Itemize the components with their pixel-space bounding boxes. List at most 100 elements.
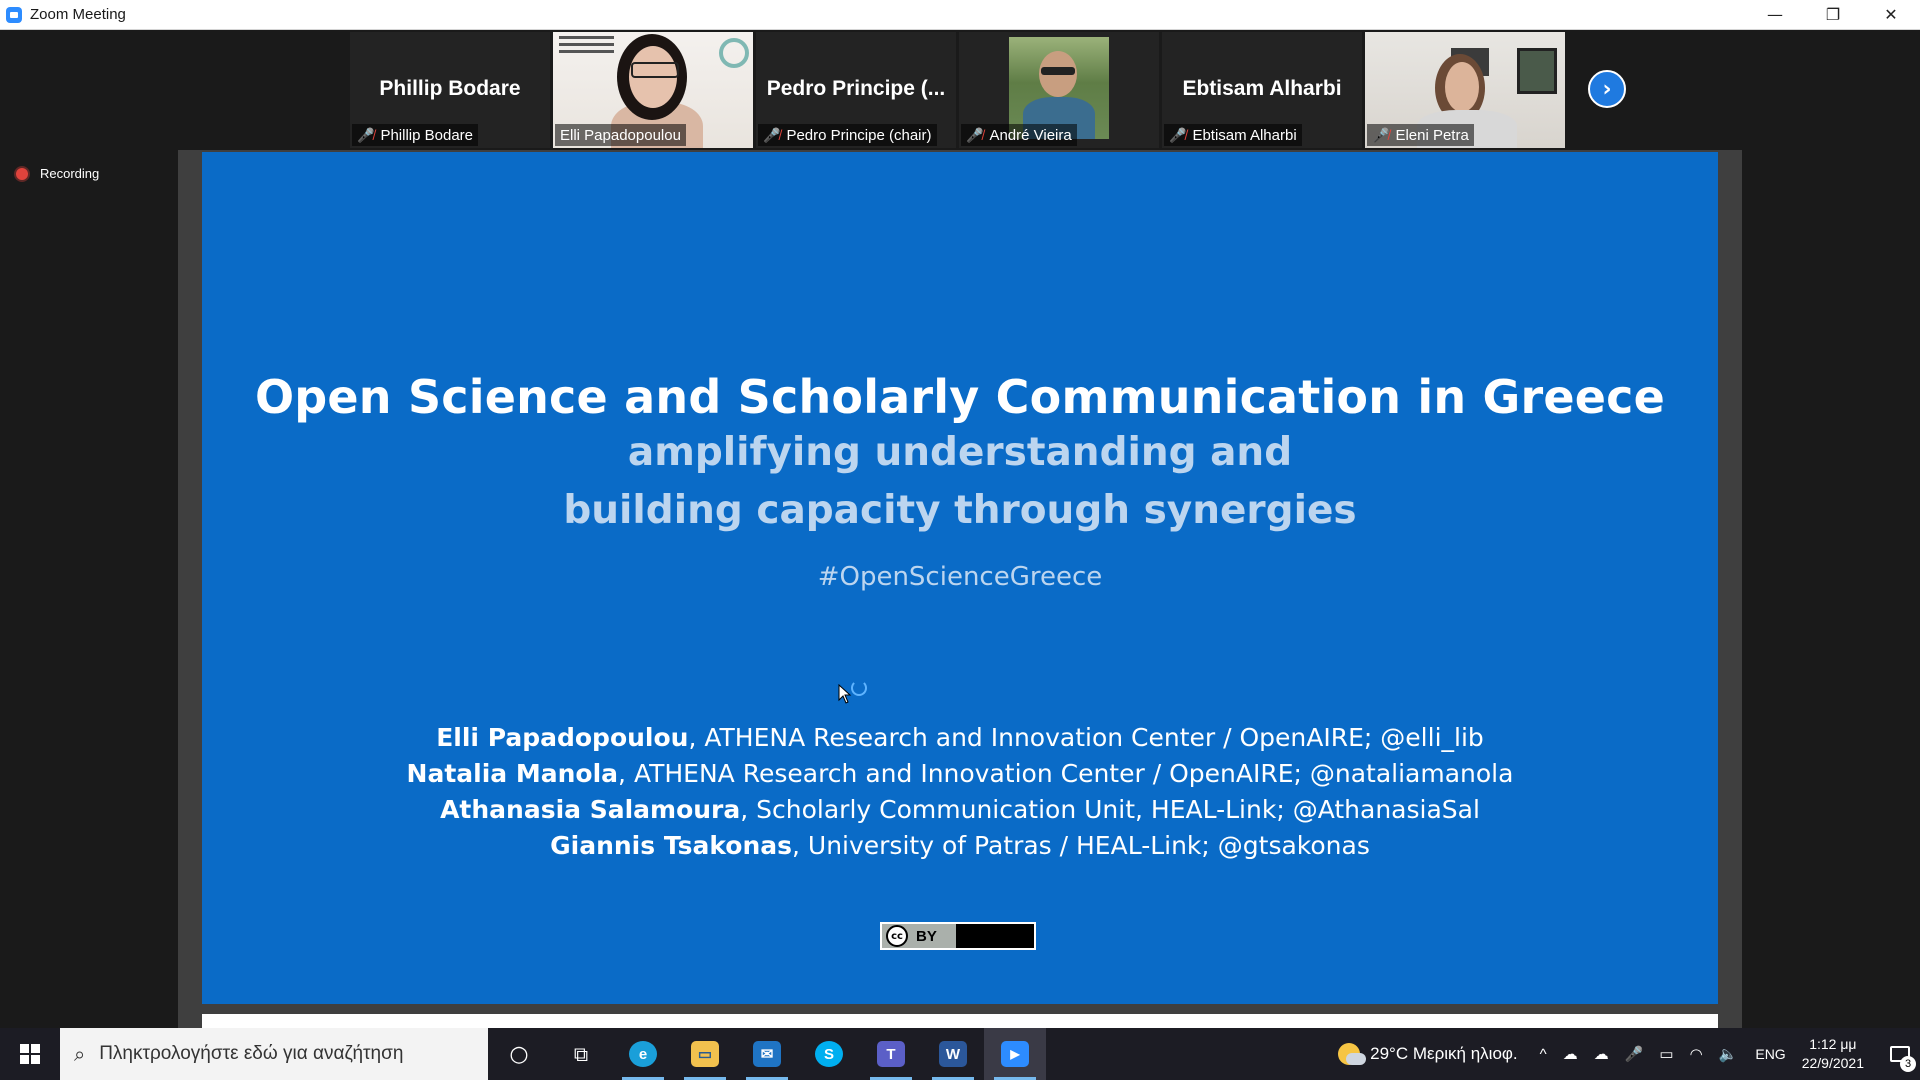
cortana-button[interactable]: ○	[488, 1028, 550, 1080]
restore-button[interactable]: ❐	[1804, 0, 1862, 29]
skype-taskbar-button[interactable]: S	[798, 1028, 860, 1080]
participant-label: 🎤̸ Phillip Bodare	[352, 124, 478, 146]
author-name: Athanasia Salamoura	[440, 795, 741, 824]
glasses	[1041, 67, 1075, 75]
participant-label: 🎤̸ Ebtisam Alharbi	[1164, 124, 1302, 146]
wifi-icon[interactable]: ◠	[1690, 1045, 1703, 1063]
cc-license-left: cc BY	[882, 924, 956, 948]
shared-screen: Open Science and Scholarly Communication…	[178, 150, 1742, 1058]
muted-mic-icon: 🎤̸	[357, 126, 375, 143]
cc-by-license-badge: cc BY	[880, 922, 1036, 950]
participant-label: 🎤̸ Pedro Principe (chair)	[758, 124, 937, 146]
muted-mic-icon: 🎤̸	[966, 126, 984, 143]
teams-icon: T	[877, 1041, 905, 1067]
participant-tile-eleni[interactable]: 🎤̸ Eleni Petra	[1365, 32, 1565, 148]
battery-icon[interactable]: ▭	[1659, 1045, 1673, 1063]
close-button[interactable]: ✕	[1862, 0, 1920, 29]
windows-logo-icon	[20, 1044, 40, 1064]
taskbar-search[interactable]: ⌕ Πληκτρολογήστε εδώ για αναζήτηση	[60, 1028, 488, 1080]
muted-mic-icon: 🎤̸	[1169, 126, 1187, 143]
background-poster	[559, 36, 619, 62]
author-name: Giannis Tsakonas	[550, 831, 792, 860]
weather-widget[interactable]: 29°C Μερική ηλιοφ.	[1338, 1043, 1518, 1065]
microphone-icon[interactable]: 🎤	[1625, 1045, 1644, 1063]
search-placeholder: Πληκτρολογήστε εδώ για αναζήτηση	[99, 1043, 404, 1064]
weather-text: 29°C Μερική ηλιοφ.	[1370, 1044, 1518, 1063]
onedrive-icon[interactable]: ☁	[1563, 1045, 1578, 1063]
participant-name-large: Ebtisam Alharbi	[1182, 77, 1342, 100]
participant-label-text: Elli Papadopoulou	[560, 126, 681, 144]
presentation-slide: Open Science and Scholarly Communication…	[202, 152, 1718, 1004]
author-line: Natalia Manola, ATHENA Research and Inno…	[202, 756, 1718, 792]
participant-face	[1445, 62, 1479, 112]
muted-mic-icon: 🎤̸	[763, 126, 781, 143]
recording-indicator[interactable]: Recording	[16, 166, 99, 181]
task-view-button[interactable]: ⧉	[550, 1028, 612, 1080]
chevron-right-icon: ›	[1602, 76, 1612, 102]
author-line: Giannis Tsakonas, University of Patras /…	[202, 828, 1718, 864]
edge-icon: e	[629, 1041, 657, 1067]
slide-subtitle-line1: amplifying understanding and	[627, 430, 1293, 475]
word-taskbar-button[interactable]: W	[922, 1028, 984, 1080]
window-controls: — ❐ ✕	[1746, 0, 1920, 29]
input-language[interactable]: ENG	[1755, 1046, 1785, 1062]
slide-subtitle-line2: building capacity through synergies	[563, 488, 1357, 533]
windows-taskbar: ⌕ Πληκτρολογήστε εδώ για αναζήτηση ○ ⧉ e…	[0, 1028, 1920, 1080]
participant-label-text: Eleni Petra	[1395, 126, 1469, 144]
wall-picture	[1517, 48, 1557, 94]
author-line: Elli Papadopoulou, ATHENA Research and I…	[202, 720, 1718, 756]
muted-mic-icon: 🎤̸	[1372, 126, 1390, 143]
author-name: Elli Papadopoulou	[436, 723, 689, 752]
onedrive-business-icon[interactable]: ☁	[1594, 1045, 1609, 1063]
participant-tile-phillip[interactable]: Phillip Bodare 🎤̸ Phillip Bodare	[350, 32, 550, 148]
participant-label-text: Ebtisam Alharbi	[1192, 126, 1297, 144]
action-center-button[interactable]: 3	[1880, 1028, 1920, 1080]
minimize-button[interactable]: —	[1746, 0, 1804, 29]
mail-icon: ✉	[753, 1041, 781, 1067]
cortana-icon: ○	[509, 1041, 529, 1067]
participant-tile-pedro[interactable]: Pedro Principe (... 🎤̸ Pedro Principe (c…	[756, 32, 956, 148]
window-titlebar: Zoom Meeting — ❐ ✕	[0, 0, 1920, 30]
weather-partly-sunny-icon	[1338, 1043, 1367, 1065]
edge-taskbar-button[interactable]: e	[612, 1028, 674, 1080]
participant-label-text: Pedro Principe (chair)	[786, 126, 932, 144]
clock-time: 1:12 μμ	[1809, 1036, 1857, 1052]
participant-label: Elli Papadopoulou	[555, 124, 686, 146]
creative-commons-icon: cc	[886, 925, 908, 947]
author-line: Athanasia Salamoura, Scholarly Communica…	[202, 792, 1718, 828]
slide-hashtag: #OpenScienceGreece	[817, 562, 1103, 592]
search-icon: ⌕	[74, 1042, 86, 1066]
mail-taskbar-button[interactable]: ✉	[736, 1028, 798, 1080]
next-participants-button[interactable]: ›	[1588, 70, 1626, 108]
show-hidden-icons-icon[interactable]: ^	[1540, 1046, 1547, 1063]
participant-tile-ebtisam[interactable]: Ebtisam Alharbi 🎤̸ Ebtisam Alharbi	[1162, 32, 1362, 148]
glasses	[631, 62, 679, 78]
zoom-app-icon	[6, 6, 22, 23]
participant-name-large: Phillip Bodare	[379, 77, 521, 100]
window-title: Zoom Meeting	[30, 6, 126, 23]
author-affiliation: , ATHENA Research and Innovation Center …	[688, 723, 1484, 752]
mouse-cursor-icon	[838, 684, 852, 704]
participant-name-large: Pedro Principe (...	[766, 77, 946, 100]
skype-icon: S	[815, 1041, 843, 1067]
author-name: Natalia Manola	[406, 759, 619, 788]
participant-tile-elli[interactable]: Elli Papadopoulou	[553, 32, 753, 148]
zoom-taskbar-button[interactable]: ▶	[984, 1028, 1046, 1080]
volume-icon[interactable]: 🔈	[1719, 1045, 1738, 1063]
teams-taskbar-button[interactable]: T	[860, 1028, 922, 1080]
start-button[interactable]	[0, 1028, 60, 1080]
author-affiliation: , University of Patras / HEAL-Link; @gts…	[792, 831, 1370, 860]
author-affiliation: , Scholarly Communication Unit, HEAL-Lin…	[740, 795, 1480, 824]
taskbar-clock[interactable]: 1:12 μμ 22/9/2021	[1802, 1035, 1864, 1073]
task-view-icon: ⧉	[573, 1042, 589, 1066]
explorer-taskbar-button[interactable]: ▭	[674, 1028, 736, 1080]
system-tray: 29°C Μερική ηλιοφ. ^ ☁ ☁ 🎤 ▭ ◠ 🔈 ENG 1:1…	[1338, 1028, 1920, 1080]
participant-label: 🎤̸ André Vieira	[961, 124, 1077, 146]
participant-label-text: Phillip Bodare	[380, 126, 473, 144]
participant-tile-andre[interactable]: 🎤̸ André Vieira	[959, 32, 1159, 148]
recording-dot-icon	[16, 167, 28, 180]
slide-authors: Elli Papadopoulou, ATHENA Research and I…	[202, 720, 1718, 864]
folder-icon: ▭	[691, 1041, 719, 1067]
participant-label: 🎤̸ Eleni Petra	[1367, 124, 1474, 146]
recording-label: Recording	[40, 166, 100, 181]
